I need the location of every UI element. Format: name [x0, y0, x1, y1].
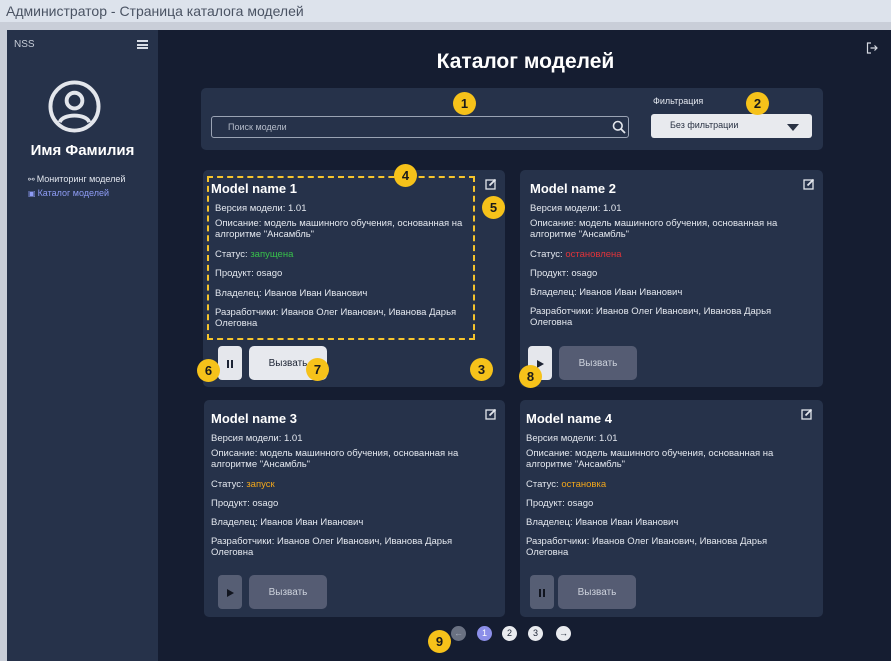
- annotation-badge: 3: [470, 358, 493, 381]
- annotation-badge: 9: [428, 630, 451, 653]
- pagination-prev-button[interactable]: ←: [451, 626, 466, 641]
- search-input[interactable]: [212, 117, 607, 137]
- app-window: NSS Имя Фамилия ⚯ Мониторинг моделей ▣ К…: [7, 30, 891, 661]
- catalog-icon: ▣: [28, 188, 36, 198]
- pagination-page-2[interactable]: 2: [502, 626, 517, 641]
- search-icon[interactable]: [612, 120, 626, 134]
- model-owner: Владелец: Иванов Иван Иванович: [526, 517, 679, 528]
- search-filter-panel: Фильтрация Без фильтрации: [201, 88, 823, 150]
- model-name: Model name 4: [526, 411, 612, 426]
- user-avatar-icon: [48, 80, 101, 133]
- edit-icon[interactable]: [803, 178, 815, 190]
- model-card: Model name 4 Версия модели: 1.01 Описани…: [520, 400, 823, 617]
- annotation-badge: 6: [197, 359, 220, 382]
- annotation-badge: 8: [519, 365, 542, 388]
- search-box: [211, 116, 629, 138]
- model-owner: Владелец: Иванов Иван Иванович: [211, 517, 364, 528]
- status-value: запуск: [246, 479, 275, 490]
- model-description: Описание: модель машинного обучения, осн…: [530, 218, 778, 240]
- status-label: Статус:: [211, 479, 247, 490]
- status-label: Статус:: [530, 249, 566, 260]
- brand-label: NSS: [14, 39, 35, 50]
- model-name: Model name 2: [530, 181, 616, 196]
- model-developers: Разработчики: Иванов Олег Иванович, Иван…: [530, 306, 772, 328]
- model-card: Model name 2 Версия модели: 1.01 Описани…: [520, 170, 823, 387]
- sidebar: NSS Имя Фамилия ⚯ Мониторинг моделей ▣ К…: [7, 30, 158, 661]
- sidebar-item-monitoring[interactable]: ⚯ Мониторинг моделей: [28, 174, 125, 184]
- edit-icon[interactable]: [801, 408, 813, 420]
- model-description: Описание: модель машинного обучения, осн…: [211, 448, 459, 470]
- logout-icon[interactable]: [866, 42, 878, 54]
- pause-button[interactable]: [218, 346, 242, 380]
- model-name: Model name 3: [211, 411, 297, 426]
- model-owner: Владелец: Иванов Иван Иванович: [215, 288, 368, 299]
- call-model-button[interactable]: Вызвать: [558, 575, 636, 609]
- model-description: Описание: модель машинного обучения, осн…: [215, 218, 463, 240]
- model-card: Model name 3 Версия модели: 1.01 Описани…: [204, 400, 505, 617]
- pagination-page-3[interactable]: 3: [528, 626, 543, 641]
- filter-select[interactable]: Без фильтрации: [651, 114, 812, 138]
- user-name: Имя Фамилия: [30, 142, 135, 159]
- model-developers: Разработчики: Иванов Олег Иванович, Иван…: [526, 536, 768, 558]
- model-status: Статус: остановка: [526, 479, 788, 490]
- pause-icon: [539, 588, 545, 597]
- model-description: Описание: модель машинного обучения, осн…: [526, 448, 774, 470]
- monitoring-icon: ⚯: [28, 174, 35, 184]
- annotation-badge: 7: [306, 358, 329, 381]
- model-status: Статус: остановлена: [530, 249, 792, 260]
- status-value: остановлена: [565, 249, 622, 260]
- play-button[interactable]: [218, 575, 242, 609]
- model-product: Продукт: osago: [530, 268, 598, 279]
- model-product: Продукт: osago: [526, 498, 594, 509]
- annotation-badge: 5: [482, 196, 505, 219]
- sidebar-item-label: Мониторинг моделей: [36, 174, 126, 184]
- model-owner: Владелец: Иванов Иван Иванович: [530, 287, 683, 298]
- filter-label: Фильтрация: [653, 96, 704, 106]
- play-icon: [227, 588, 234, 597]
- model-card: Model name 1 Версия модели: 1.01 Описани…: [203, 170, 505, 387]
- edit-icon[interactable]: [485, 178, 497, 190]
- annotation-badge: 4: [394, 164, 417, 187]
- model-developers: Разработчики: Иванов Олег Иванович, Иван…: [211, 536, 453, 558]
- filter-selected-value: Без фильтрации: [670, 120, 739, 130]
- model-name: Model name 1: [211, 181, 297, 196]
- model-version: Версия модели: 1.01: [211, 433, 303, 444]
- status-value: остановка: [561, 479, 607, 490]
- window-title: Администратор - Страница каталога моделе…: [0, 0, 891, 22]
- sidebar-item-label: Каталог моделей: [37, 188, 110, 198]
- chevron-down-icon: [787, 124, 799, 131]
- model-product: Продукт: osago: [211, 498, 279, 509]
- annotation-badge: 2: [746, 92, 769, 115]
- status-label: Статус:: [526, 479, 562, 490]
- sidebar-item-catalog[interactable]: ▣ Каталог моделей: [28, 188, 109, 198]
- model-version: Версия модели: 1.01: [530, 203, 622, 214]
- pause-icon: [227, 359, 233, 368]
- hamburger-menu-icon[interactable]: [137, 40, 148, 49]
- pagination-page-1[interactable]: 1: [477, 626, 492, 641]
- edit-icon[interactable]: [485, 408, 497, 420]
- call-model-button[interactable]: Вызвать: [559, 346, 637, 380]
- annotation-badge: 1: [453, 92, 476, 115]
- status-value: запущена: [250, 249, 294, 260]
- call-model-button[interactable]: Вызвать: [249, 575, 327, 609]
- status-label: Статус:: [215, 249, 251, 260]
- model-version: Версия модели: 1.01: [215, 203, 307, 214]
- model-product: Продукт: osago: [215, 268, 283, 279]
- model-version: Версия модели: 1.01: [526, 433, 618, 444]
- model-status: Статус: запуск: [211, 479, 473, 490]
- pause-button[interactable]: [530, 575, 554, 609]
- model-status: Статус: запущена: [215, 249, 477, 260]
- page-title: Каталог моделей: [436, 50, 615, 73]
- model-developers: Разработчики: Иванов Олег Иванович, Иван…: [215, 307, 457, 329]
- pagination-next-button[interactable]: →: [556, 626, 571, 641]
